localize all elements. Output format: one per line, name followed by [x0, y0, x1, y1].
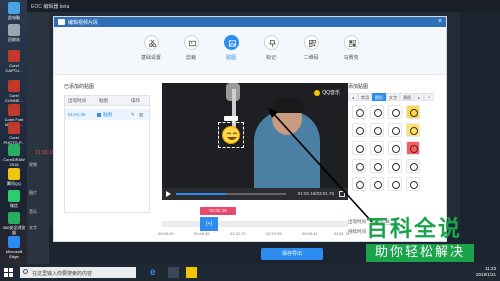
watermark-subtitle: 助你轻松解决: [366, 244, 474, 262]
watermark-title: 百科全说: [366, 217, 463, 242]
site-watermark: 百科全说 助你轻松解决: [366, 218, 496, 268]
